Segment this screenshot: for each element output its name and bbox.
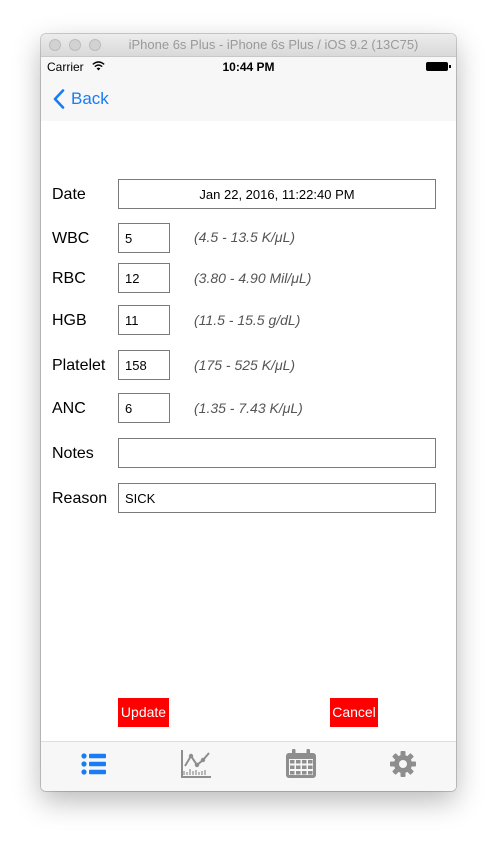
window-title: iPhone 6s Plus - iPhone 6s Plus / iOS 9.… <box>128 37 419 52</box>
battery-icon <box>426 62 451 71</box>
hgb-input[interactable]: 11 <box>118 305 170 335</box>
anc-input[interactable]: 6 <box>118 393 170 423</box>
reason-input[interactable]: SICK <box>118 483 436 513</box>
back-label: Back <box>71 89 109 108</box>
status-time: 10:44 PM <box>222 60 275 74</box>
hgb-range: (11.5 - 15.5 g/dL) <box>194 312 301 328</box>
phone-screen: Carrier 10:44 PM Back Date Jan 22, 2016, <box>41 57 456 791</box>
chevron-left-icon <box>53 89 65 109</box>
update-button[interactable]: Update <box>118 698 169 727</box>
rbc-label: RBC <box>52 270 86 287</box>
notes-label: Notes <box>52 445 94 462</box>
anc-label: ANC <box>52 400 86 417</box>
cancel-button[interactable]: Cancel <box>330 698 378 727</box>
rbc-input[interactable]: 12 <box>118 263 170 293</box>
wbc-range: (4.5 - 13.5 K/μL) <box>194 229 296 245</box>
anc-range: (1.35 - 7.43 K/μL) <box>194 400 303 416</box>
platelet-label: Platelet <box>52 357 106 374</box>
back-button[interactable]: Back <box>53 87 109 111</box>
date-label: Date <box>52 186 86 203</box>
list-icon <box>81 753 106 775</box>
tab-settings[interactable] <box>383 746 423 782</box>
zoom-window-button[interactable] <box>89 39 101 51</box>
window-titlebar: iPhone 6s Plus - iPhone 6s Plus / iOS 9.… <box>41 34 456 57</box>
tab-chart[interactable] <box>176 746 216 782</box>
date-field[interactable]: Jan 22, 2016, 11:22:40 PM <box>118 179 436 209</box>
gear-icon <box>390 751 416 777</box>
minimize-window-button[interactable] <box>69 39 81 51</box>
hgb-label: HGB <box>52 312 87 329</box>
platelet-range: (175 - 525 K/μL) <box>194 357 296 373</box>
close-window-button[interactable] <box>49 39 61 51</box>
reason-label: Reason <box>52 490 108 507</box>
calendar-icon <box>286 749 316 778</box>
chart-icon <box>181 750 211 778</box>
wbc-input[interactable]: 5 <box>118 223 170 253</box>
platelet-input[interactable]: 158 <box>118 350 170 380</box>
tab-list[interactable] <box>74 746 114 782</box>
wbc-label: WBC <box>52 230 90 247</box>
notes-input[interactable] <box>118 438 436 468</box>
navigation-bar: Back <box>41 77 456 121</box>
simulator-window: iPhone 6s Plus - iPhone 6s Plus / iOS 9.… <box>41 34 456 791</box>
tab-calendar[interactable] <box>281 746 321 782</box>
status-bar: Carrier 10:44 PM <box>41 57 456 77</box>
tab-bar <box>41 741 456 791</box>
rbc-range: (3.80 - 4.90 Mil/μL) <box>194 270 312 286</box>
